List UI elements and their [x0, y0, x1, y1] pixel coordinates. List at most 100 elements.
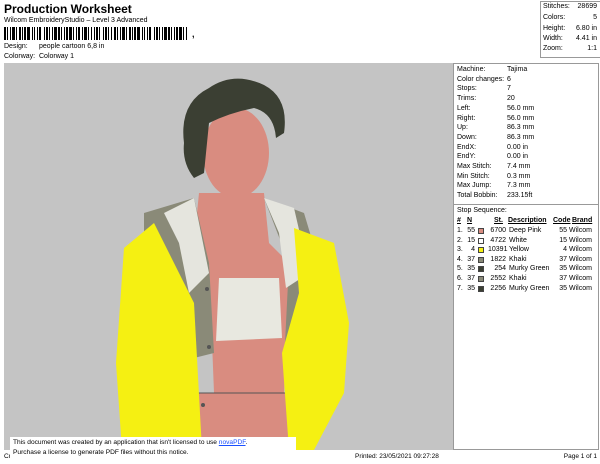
- barcode-bar: [108, 27, 109, 40]
- stop-code: 15: [559, 236, 567, 244]
- stop-brand: Wilcom: [569, 265, 592, 273]
- barcode-bar: [142, 27, 143, 40]
- barcode-bar: [171, 27, 172, 40]
- barcode-bar: [105, 27, 107, 40]
- license-notice: This document was created by an applicat…: [10, 437, 296, 461]
- machine-info-row: EndX: 0.00 in: [457, 143, 529, 151]
- barcode-bar: [58, 27, 60, 40]
- stop-sequence-row: 5. 35 254 Murky Green 35 Wilcom: [454, 265, 598, 274]
- barcode-bar: [94, 27, 95, 40]
- barcode-bar: [111, 27, 112, 40]
- col-num: #: [457, 217, 461, 224]
- software-name: Wilcom EmbroideryStudio – Level 3 Advanc…: [4, 17, 148, 24]
- machine-info-row: Trims: 20: [457, 95, 515, 103]
- barcode-bar: [183, 27, 184, 40]
- barcode-bar: [176, 27, 178, 40]
- color-swatch: [478, 276, 484, 282]
- barcode-bar: [49, 27, 50, 40]
- stop-sequence-section: Stop Sequence: # N St. Description Code …: [454, 204, 598, 292]
- colorway-row: Colorway: Colorway 1: [4, 53, 74, 60]
- page-number: Page 1 of 1: [563, 453, 597, 460]
- machine-info-row: Max Stitch: 7.4 mm: [457, 163, 531, 170]
- stop-brand: Wilcom: [569, 284, 592, 292]
- stop-brand: Wilcom: [569, 236, 592, 244]
- stop-desc: Khaki: [509, 275, 527, 282]
- col-st: St.: [494, 217, 503, 224]
- stop-st: 4722: [490, 236, 506, 244]
- stop-n: 15: [467, 236, 475, 244]
- barcode-bar: [73, 27, 74, 40]
- barcode-bar: [137, 27, 140, 40]
- machine-info-row: Down: 86.3 mm: [457, 133, 535, 141]
- color-swatch: [478, 228, 484, 234]
- stop-code: 37: [559, 275, 567, 282]
- stat-stitches: Stitches: 28699: [543, 3, 597, 10]
- stop-n: 37: [467, 255, 475, 263]
- machine-info-row: Total Bobbin: 233.15ft: [457, 192, 533, 200]
- color-swatch: [478, 285, 484, 292]
- novapdf-link[interactable]: novaPDF: [219, 439, 246, 446]
- machine-info-row: Right: 56.0 mm: [457, 114, 535, 122]
- barcode-bar: [32, 27, 33, 40]
- stop-st: 254: [494, 265, 506, 273]
- barcode-bar: [52, 27, 53, 40]
- stop-st: 6700: [490, 227, 506, 234]
- stop-sequence-row: 3. 4 10391 Yellow 4 Wilcom: [454, 246, 598, 255]
- stop-desc: Deep Pink: [509, 227, 542, 234]
- machine-info-row: Up: 86.3 mm: [457, 124, 535, 132]
- barcode-bar: [154, 27, 155, 40]
- worksheet-header: Production Worksheet Wilcom EmbroiderySt…: [0, 0, 538, 66]
- barcode-bar: [132, 27, 133, 40]
- stop-n: 37: [467, 275, 475, 282]
- stop-brand: Wilcom: [569, 275, 592, 282]
- stats-box: Stitches: 28699 Colors: 5 Height: 6.80 in W…: [540, 1, 600, 58]
- stop-desc: Murky Green: [509, 265, 550, 273]
- barcode-bar: [179, 27, 182, 40]
- barcode: [4, 27, 190, 40]
- barcode-bar: [126, 27, 127, 40]
- color-swatch: [478, 247, 484, 254]
- barcode-bar: [88, 27, 89, 40]
- color-swatch: [478, 256, 484, 263]
- design-row: Design: people cartoon 6,8 in: [4, 43, 104, 50]
- barcode-bar: [24, 27, 26, 40]
- barcode-bar: [149, 27, 151, 40]
- barcode-bar: [174, 27, 175, 40]
- barcode-bar: [114, 27, 116, 40]
- barcode-bar: [64, 27, 65, 40]
- barcode-bar: [122, 27, 125, 40]
- barcode-bar: [186, 27, 187, 40]
- barcode-bar: [27, 27, 30, 40]
- stop-code: 37: [559, 255, 567, 263]
- col-n: N: [467, 217, 473, 224]
- barcode-suffix: ,: [192, 29, 195, 39]
- stop-code: 35: [559, 265, 567, 273]
- stop-code: 35: [559, 284, 567, 292]
- barcode-bar: [54, 27, 57, 40]
- barcode-bar: [84, 27, 87, 40]
- machine-info-panel: Machine: Tajima Color changes: 6 Stops: 7 Trim…: [453, 63, 599, 450]
- design-label: Design:: [4, 43, 28, 50]
- machine-info-row: Left: 56.0 mm: [457, 104, 535, 112]
- stop-code: 55: [559, 227, 567, 234]
- barcode-bar: [144, 27, 145, 40]
- machine-info-row: Max Jump: 7.3 mm: [457, 182, 531, 190]
- page-title: Production Worksheet: [4, 2, 132, 16]
- barcode-bar: [66, 27, 68, 40]
- barcode-bar: [69, 27, 72, 40]
- machine-info-row: EndY: 0.00 in: [457, 153, 529, 161]
- stop-sequence-row: 4. 37 1822 Khaki 37 Wilcom: [454, 256, 598, 265]
- stat-height: Height: 6.80 in: [543, 25, 597, 32]
- barcode-bar: [134, 27, 136, 40]
- col-code: Code: [553, 217, 571, 224]
- barcode-bar: [162, 27, 163, 40]
- stat-width: Width: 4.41 in: [543, 35, 597, 42]
- stop-brand: Wilcom: [569, 246, 592, 254]
- stop-st: 10391: [488, 246, 508, 254]
- col-brand: Brand: [572, 217, 593, 224]
- barcode-bar: [164, 27, 167, 40]
- design-preview: [4, 63, 453, 450]
- stop-sequence-row: 7. 35 2256 Murky Green 35 Wilcom: [454, 285, 598, 294]
- barcode-bar: [4, 27, 6, 40]
- stop-st: 1822: [490, 255, 506, 263]
